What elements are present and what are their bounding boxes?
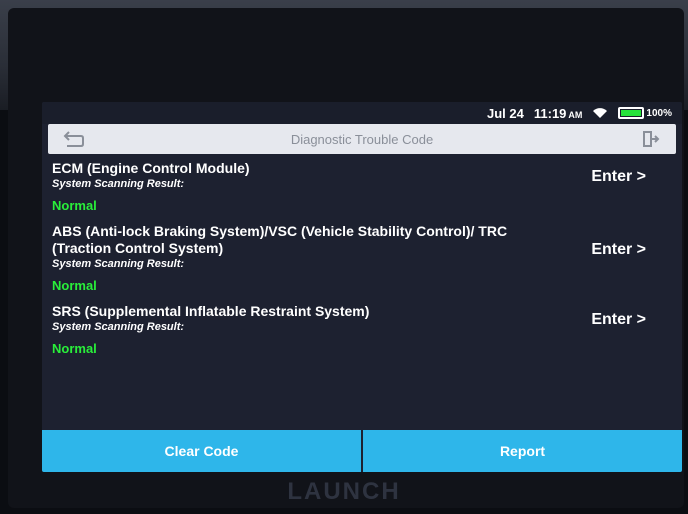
clear-code-button[interactable]: Clear Code — [42, 430, 361, 472]
battery-percent: 100% — [646, 107, 672, 119]
scan-result-value: Normal — [52, 198, 97, 213]
battery-icon: 100% — [618, 107, 672, 119]
back-icon[interactable] — [60, 129, 86, 149]
system-item-ecm: ECM (Engine Control Module) System Scann… — [52, 160, 672, 215]
system-name: ABS (Anti-lock Braking System)/VSC (Vehi… — [52, 223, 508, 256]
exit-icon[interactable] — [638, 129, 664, 149]
system-name: SRS (Supplemental Inflatable Restraint S… — [52, 303, 370, 319]
enter-button-srs[interactable]: Enter > — [585, 307, 652, 333]
system-name: ECM (Engine Control Module) — [52, 160, 250, 176]
device-screen: Jul 24 11:19 AM 100% Diagnostic Trouble C… — [42, 102, 682, 472]
scan-result-value: Normal — [52, 341, 97, 356]
status-time: 11:19 AM — [534, 106, 583, 121]
system-item-abs: ABS (Anti-lock Braking System)/VSC (Vehi… — [52, 223, 672, 295]
wifi-icon — [592, 107, 608, 119]
scan-result-label: System Scanning Result: — [52, 321, 185, 333]
status-time-value: 11:19 — [533, 105, 567, 121]
scan-result-label: System Scanning Result: — [52, 258, 185, 270]
status-bar: Jul 24 11:19 AM 100% — [42, 102, 682, 124]
status-date: Jul 24 — [487, 105, 524, 121]
brand-logo: LAUNCH — [287, 478, 401, 505]
scan-result-value: Normal — [52, 278, 97, 293]
enter-button-ecm[interactable]: Enter > — [585, 164, 652, 190]
battery-body — [618, 107, 645, 119]
enter-button-abs[interactable]: Enter > — [585, 237, 652, 263]
scan-result-label: System Scanning Result: — [52, 178, 185, 190]
system-item-srs: SRS (Supplemental Inflatable Restraint S… — [52, 303, 672, 358]
system-list: ECM (Engine Control Module) System Scann… — [42, 154, 682, 358]
report-button[interactable]: Report — [363, 430, 682, 472]
status-ampm: AM — [568, 109, 583, 120]
title-bar: Diagnostic Trouble Code — [48, 124, 676, 154]
battery-fill — [621, 110, 642, 116]
page-title: Diagnostic Trouble Code — [290, 131, 434, 147]
action-bar: Clear Code Report — [42, 430, 682, 472]
